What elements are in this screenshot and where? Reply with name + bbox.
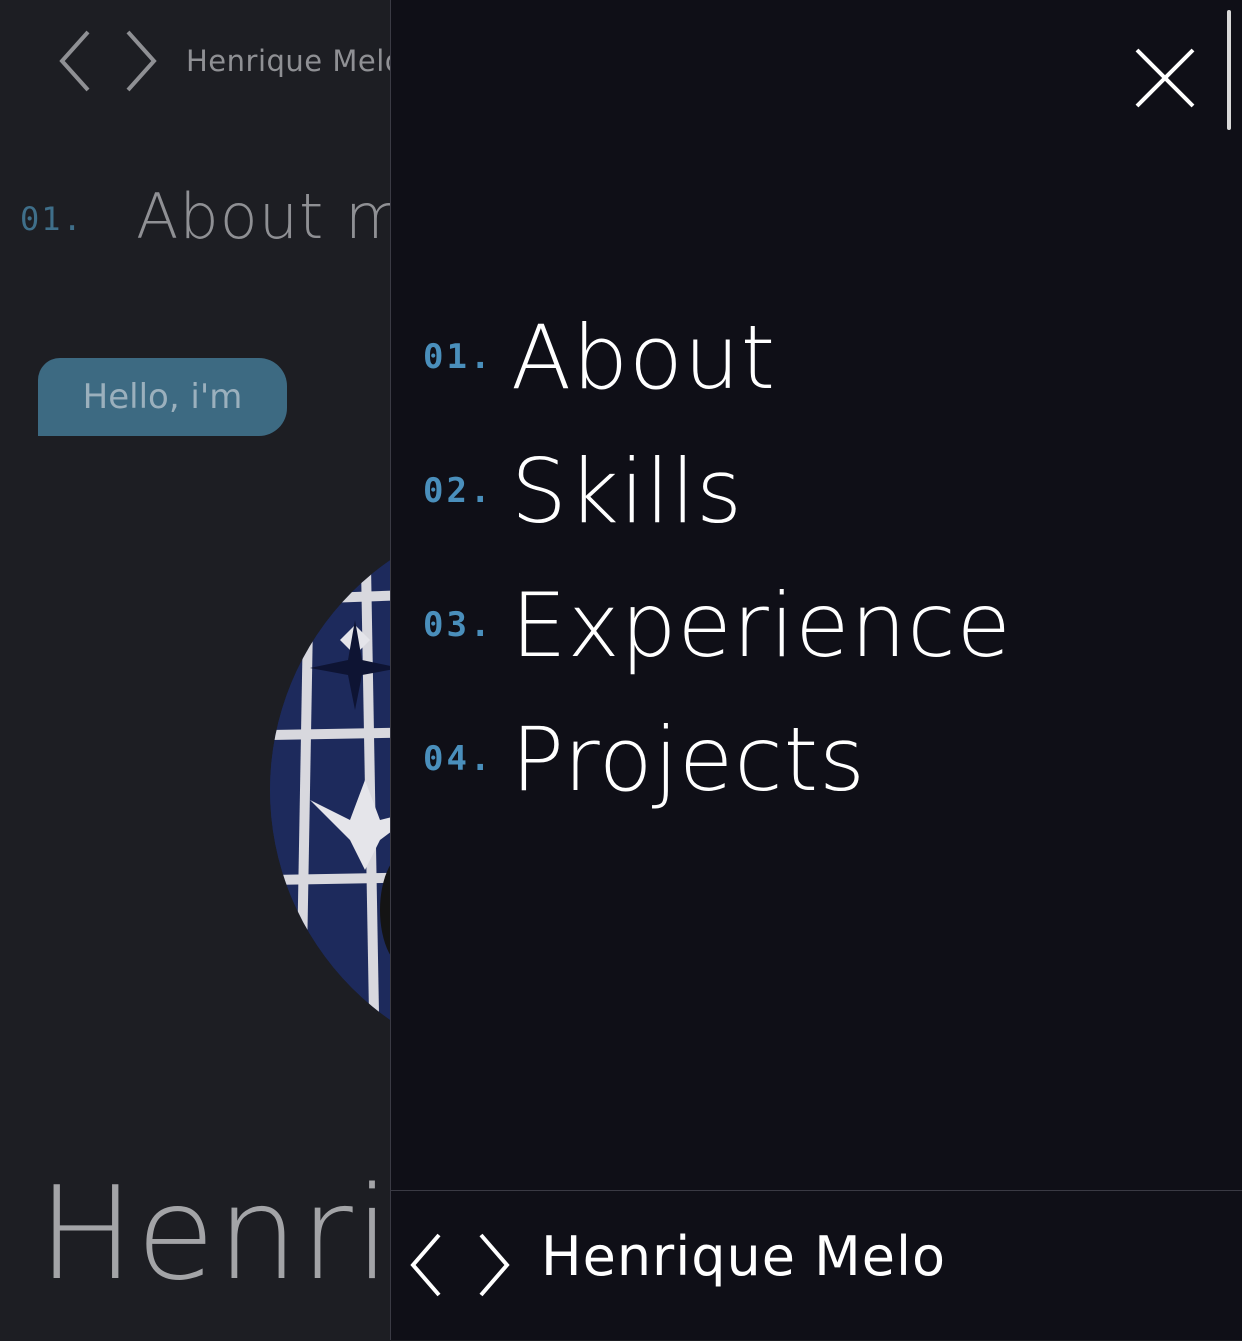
- menu-item-projects[interactable]: 04. Projects: [423, 692, 1012, 826]
- menu-item-about[interactable]: 01. About: [423, 290, 1012, 424]
- menu-item-label[interactable]: Projects: [511, 708, 866, 811]
- menu-item-label[interactable]: About: [511, 306, 776, 409]
- menu-item-number: 01.: [423, 337, 494, 377]
- code-brackets-icon[interactable]: [409, 1233, 511, 1297]
- greeting-badge: Hello, i'm: [38, 358, 287, 436]
- menu-item-experience[interactable]: 03. Experience: [423, 558, 1012, 692]
- close-icon[interactable]: [1133, 46, 1197, 110]
- header-logo-name[interactable]: Henrique Melo: [186, 44, 403, 78]
- drawer-footer: Henrique Melo: [391, 1190, 1242, 1341]
- nav-drawer: 01. About 02. Skills 03. Experience 04. …: [390, 0, 1242, 1340]
- menu-item-number: 04.: [423, 739, 494, 779]
- code-brackets-icon[interactable]: [58, 30, 158, 92]
- section-number: 01.: [20, 200, 84, 238]
- menu-item-label[interactable]: Experience: [511, 574, 1012, 677]
- scrollbar[interactable]: [1227, 10, 1231, 130]
- menu-item-skills[interactable]: 02. Skills: [423, 424, 1012, 558]
- footer-logo-name[interactable]: Henrique Melo: [541, 1225, 946, 1288]
- menu-item-number: 02.: [423, 471, 494, 511]
- nav-menu: 01. About 02. Skills 03. Experience 04. …: [423, 290, 1012, 826]
- menu-item-label[interactable]: Skills: [511, 440, 743, 543]
- menu-item-number: 03.: [423, 605, 494, 645]
